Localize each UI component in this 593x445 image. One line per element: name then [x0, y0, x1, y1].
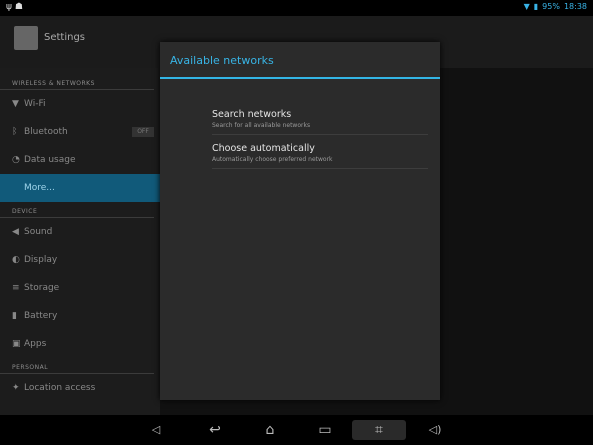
- sidebar-item-label: Storage: [24, 283, 60, 293]
- bluetooth-toggle[interactable]: OFF: [132, 127, 154, 137]
- android-screen: ψ ☗ ▼ ▮ 95% 18:38 Settings WIRELESS & NE…: [0, 0, 593, 445]
- speaker-icon: ◀: [12, 227, 19, 237]
- status-left-icons: ψ ☗: [6, 2, 23, 12]
- status-right-icons: ▼ ▮ 95% 18:38: [524, 2, 587, 11]
- sidebar-item-label: Data usage: [24, 155, 76, 165]
- sidebar-item-label: Bluetooth: [24, 127, 68, 137]
- sidebar-item-sound[interactable]: ◀ Sound: [0, 218, 160, 246]
- volume-up-icon[interactable]: ◁): [427, 420, 443, 440]
- sidebar-item-label: Wi-Fi: [24, 99, 46, 109]
- sidebar-item-display[interactable]: ◐ Display: [0, 246, 160, 274]
- sidebar-item-location[interactable]: ✦ Location access: [0, 374, 160, 402]
- usb-icon: ψ: [6, 2, 12, 12]
- home-icon[interactable]: ⌂: [257, 420, 283, 440]
- search-networks-option[interactable]: Search networks Search for all available…: [212, 101, 428, 135]
- data-usage-icon: ◔: [12, 155, 20, 165]
- sidebar-item-label: Location access: [24, 383, 96, 393]
- sidebar-item-apps[interactable]: ▣ Apps: [0, 330, 160, 358]
- sidebar-item-more[interactable]: More...: [0, 174, 160, 202]
- sidebar-item-bluetooth[interactable]: ᛒ Bluetooth OFF: [0, 118, 160, 146]
- sidebar-item-wifi[interactable]: ▼ Wi-Fi: [0, 90, 160, 118]
- sidebar-item-label: More...: [24, 183, 55, 193]
- sidebar-item-label: Sound: [24, 227, 53, 237]
- display-icon: ◐: [12, 255, 20, 265]
- bluetooth-icon: ᛒ: [12, 127, 18, 137]
- section-header-wireless: WIRELESS & NETWORKS: [0, 68, 154, 90]
- status-bar: ψ ☗ ▼ ▮ 95% 18:38: [0, 0, 593, 16]
- settings-app-icon[interactable]: [14, 26, 38, 50]
- option-title: Search networks: [212, 109, 292, 120]
- sidebar-item-battery[interactable]: ▮ Battery: [0, 302, 160, 330]
- option-title: Choose automatically: [212, 143, 315, 154]
- battery-icon: ▮: [533, 2, 539, 11]
- sidebar-item-label: Display: [24, 255, 58, 265]
- battery-percent: 95%: [542, 2, 560, 11]
- clock: 18:38: [563, 2, 587, 11]
- wifi-icon: ▼: [12, 99, 19, 109]
- page-title: Settings: [44, 32, 86, 43]
- option-subtitle: Search for all available networks: [212, 122, 311, 129]
- recent-apps-icon[interactable]: ▭: [313, 420, 337, 440]
- option-subtitle: Automatically choose preferred network: [212, 156, 333, 163]
- screenshot-icon[interactable]: ⌗: [352, 420, 406, 440]
- dialog-title: Available networks: [170, 54, 274, 67]
- available-networks-dialog: Available networks Search networks Searc…: [160, 42, 440, 400]
- sidebar-item-storage[interactable]: ≡ Storage: [0, 274, 160, 302]
- choose-automatically-option[interactable]: Choose automatically Automatically choos…: [212, 135, 428, 169]
- sidebar-item-data-usage[interactable]: ◔ Data usage: [0, 146, 160, 174]
- battery-icon: ▮: [12, 311, 17, 321]
- wifi-icon: ▼: [523, 2, 530, 11]
- section-header-personal: PERSONAL: [0, 358, 154, 374]
- section-header-device: DEVICE: [0, 202, 154, 218]
- back-icon[interactable]: ↩: [203, 420, 227, 440]
- storage-icon: ≡: [12, 283, 20, 293]
- sidebar-item-label: Apps: [24, 339, 47, 349]
- settings-sidebar: WIRELESS & NETWORKS ▼ Wi-Fi ᛒ Bluetooth …: [0, 68, 160, 415]
- volume-down-icon[interactable]: ◁: [148, 420, 164, 440]
- apps-icon: ▣: [12, 339, 21, 349]
- navigation-bar: ◁ ↩ ⌂ ▭ ⌗ ◁): [0, 415, 593, 445]
- android-icon: ☗: [14, 2, 23, 12]
- sidebar-item-label: Battery: [24, 311, 58, 321]
- location-icon: ✦: [12, 383, 20, 393]
